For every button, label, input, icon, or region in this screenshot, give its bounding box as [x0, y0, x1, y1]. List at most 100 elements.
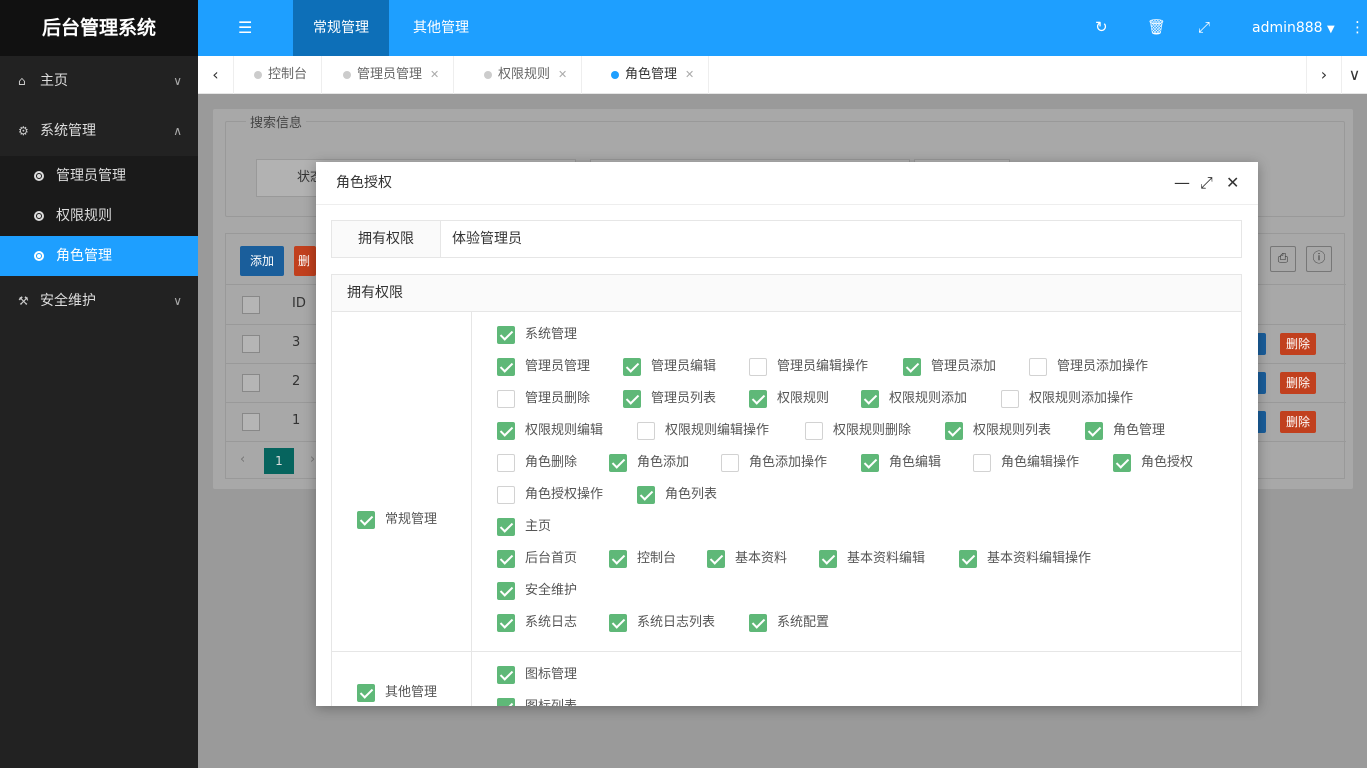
sidebar-item-security[interactable]: ⚒ 安全维护 ∨	[0, 276, 198, 326]
permission-checkbox[interactable]: 角色添加操作	[721, 454, 827, 473]
checkbox-label: 角色编辑	[889, 455, 942, 470]
permission-checkbox[interactable]: 图标管理	[497, 666, 577, 685]
permission-checkbox[interactable]: 管理员编辑操作	[749, 358, 868, 377]
permission-checkbox[interactable]: 权限规则列表	[945, 422, 1051, 441]
role-authorize-modal: 角色授权 — ⤢ ✕ 拥有权限 体验管理员 拥有权限 常规管理 系统管理 管理员管理…	[316, 162, 1258, 706]
minimize-icon[interactable]: —	[1174, 174, 1190, 192]
permission-group-checkbox[interactable]: 常规管理	[357, 511, 437, 530]
tab-scroll-right-icon[interactable]: ›	[1306, 56, 1342, 94]
permission-checkbox[interactable]: 角色列表	[637, 486, 717, 505]
permission-checkbox[interactable]: 基本资料	[707, 550, 787, 569]
close-icon[interactable]: ✕	[685, 68, 694, 81]
sidebar-item-home[interactable]: ⌂ 主页 ∨	[0, 56, 198, 106]
menu-toggle-icon[interactable]: ☰	[238, 18, 252, 37]
checkbox-box	[357, 684, 375, 702]
sidebar-item-rules[interactable]: 权限规则	[0, 196, 198, 236]
checkbox-box	[819, 550, 837, 568]
checkbox-label: 系统配置	[777, 615, 830, 630]
permission-checkbox[interactable]: 角色编辑	[861, 454, 941, 473]
permission-checkbox[interactable]: 角色编辑操作	[973, 454, 1079, 473]
checkbox-label: 管理员删除	[525, 391, 591, 406]
permission-checkbox[interactable]: 权限规则编辑	[497, 422, 603, 441]
trash-icon[interactable]: 🗑	[1147, 18, 1166, 36]
fullscreen-icon[interactable]: ⤢	[1198, 18, 1210, 36]
checkbox-label: 其他管理	[385, 685, 438, 700]
prev-page-icon: ‹	[240, 452, 246, 467]
checkbox-box	[1001, 390, 1019, 408]
permission-checkbox[interactable]: 基本资料编辑	[819, 550, 925, 569]
checkbox-label: 图标管理	[525, 667, 578, 682]
add-button: 添加	[240, 246, 285, 276]
tab-scroll-left-icon[interactable]: ‹	[198, 56, 234, 94]
close-icon[interactable]: ✕	[430, 68, 439, 81]
checkbox-box	[1085, 422, 1103, 440]
permission-checkbox[interactable]: 后台首页	[497, 550, 577, 569]
modal-title: 角色授权	[316, 162, 1258, 205]
checkbox-label: 管理员列表	[651, 391, 717, 406]
header-tab-other[interactable]: 其他管理	[393, 0, 489, 56]
permission-checkbox[interactable]: 权限规则	[749, 390, 829, 409]
print-icon: ⎙	[1270, 246, 1296, 272]
gears-icon: ⚙	[18, 124, 29, 138]
permission-checkbox[interactable]: 系统配置	[749, 614, 829, 633]
user-menu[interactable]: admin888 ▼	[1252, 0, 1335, 58]
header-tab-general[interactable]: 常规管理	[293, 0, 389, 56]
permission-checkbox[interactable]: 角色授权操作	[497, 486, 603, 505]
checkbox-label: 角色列表	[665, 487, 718, 502]
checkbox-box	[497, 614, 515, 632]
checkbox-label: 角色编辑操作	[1001, 455, 1080, 470]
checkbox-label: 主页	[525, 519, 552, 534]
permission-checkbox[interactable]: 角色删除	[497, 454, 577, 473]
permission-checkbox[interactable]: 管理员删除	[497, 390, 590, 409]
permission-checkbox[interactable]: 角色添加	[609, 454, 689, 473]
refresh-icon[interactable]: ↻	[1095, 18, 1108, 36]
permission-checkbox[interactable]: 基本资料编辑操作	[959, 550, 1091, 569]
permission-checkbox[interactable]: 权限规则添加操作	[1001, 390, 1133, 409]
permission-checkbox[interactable]: 管理员编辑	[623, 358, 716, 377]
permission-checkbox[interactable]: 权限规则添加	[861, 390, 967, 409]
permission-checkbox[interactable]: 系统日志列表	[609, 614, 715, 633]
checkbox-label: 基本资料	[735, 551, 788, 566]
permission-checkbox[interactable]: 系统管理	[497, 326, 577, 345]
permission-checkbox[interactable]: 图标列表	[497, 698, 577, 706]
checkbox-box	[497, 326, 515, 344]
close-icon[interactable]: ✕	[1226, 174, 1239, 192]
checkbox-box	[637, 486, 655, 504]
maximize-icon[interactable]: ⤢	[1200, 174, 1213, 192]
permission-checkbox[interactable]: 管理员管理	[497, 358, 590, 377]
checkbox-box	[497, 454, 515, 472]
checkbox-label: 权限规则添加操作	[1029, 391, 1134, 406]
checkbox-box	[609, 454, 627, 472]
page-tab-admin[interactable]: 管理员管理 ✕	[331, 56, 455, 94]
close-icon[interactable]: ✕	[558, 68, 567, 81]
more-icon[interactable]: ⋮	[1350, 18, 1365, 36]
sidebar-item-admin[interactable]: 管理员管理	[0, 156, 198, 196]
checkbox-label: 系统日志	[525, 615, 578, 630]
permission-checkbox[interactable]: 角色管理	[1085, 422, 1165, 441]
permission-checkbox[interactable]: 管理员添加	[903, 358, 996, 377]
permission-checkbox[interactable]: 安全维护	[497, 582, 577, 601]
page-tab-console[interactable]: 控制台	[242, 56, 323, 94]
page-tab-rules[interactable]: 权限规则 ✕	[472, 56, 583, 94]
checkbox-label: 安全维护	[525, 583, 578, 598]
permission-checkbox[interactable]: 管理员列表	[623, 390, 716, 409]
tab-dot-icon	[611, 71, 619, 79]
table-checkbox	[242, 335, 260, 353]
permission-group-left: 常规管理	[332, 312, 472, 652]
permission-checkbox[interactable]: 管理员添加操作	[1029, 358, 1148, 377]
permission-checkbox[interactable]: 系统日志	[497, 614, 577, 633]
permission-checkbox[interactable]: 权限规则编辑操作	[637, 422, 769, 441]
permission-checkbox[interactable]: 主页	[497, 518, 551, 537]
row-id: 3	[292, 335, 301, 350]
checkbox-box	[497, 422, 515, 440]
permission-checkbox[interactable]: 角色授权	[1113, 454, 1193, 473]
sidebar-item-label: 角色管理	[56, 248, 112, 264]
tab-menu-chevron-icon[interactable]: ∨	[1342, 56, 1367, 94]
page-tab-roles[interactable]: 角色管理 ✕	[599, 56, 710, 94]
permission-checkbox[interactable]: 权限规则删除	[805, 422, 911, 441]
permission-checkbox[interactable]: 控制台	[609, 550, 676, 569]
sidebar-item-system[interactable]: ⚙ 系统管理 ∧	[0, 106, 198, 156]
checkbox-label: 角色授权操作	[525, 487, 604, 502]
sidebar-item-roles[interactable]: 角色管理	[0, 236, 198, 276]
permission-group-checkbox[interactable]: 其他管理	[357, 684, 437, 703]
